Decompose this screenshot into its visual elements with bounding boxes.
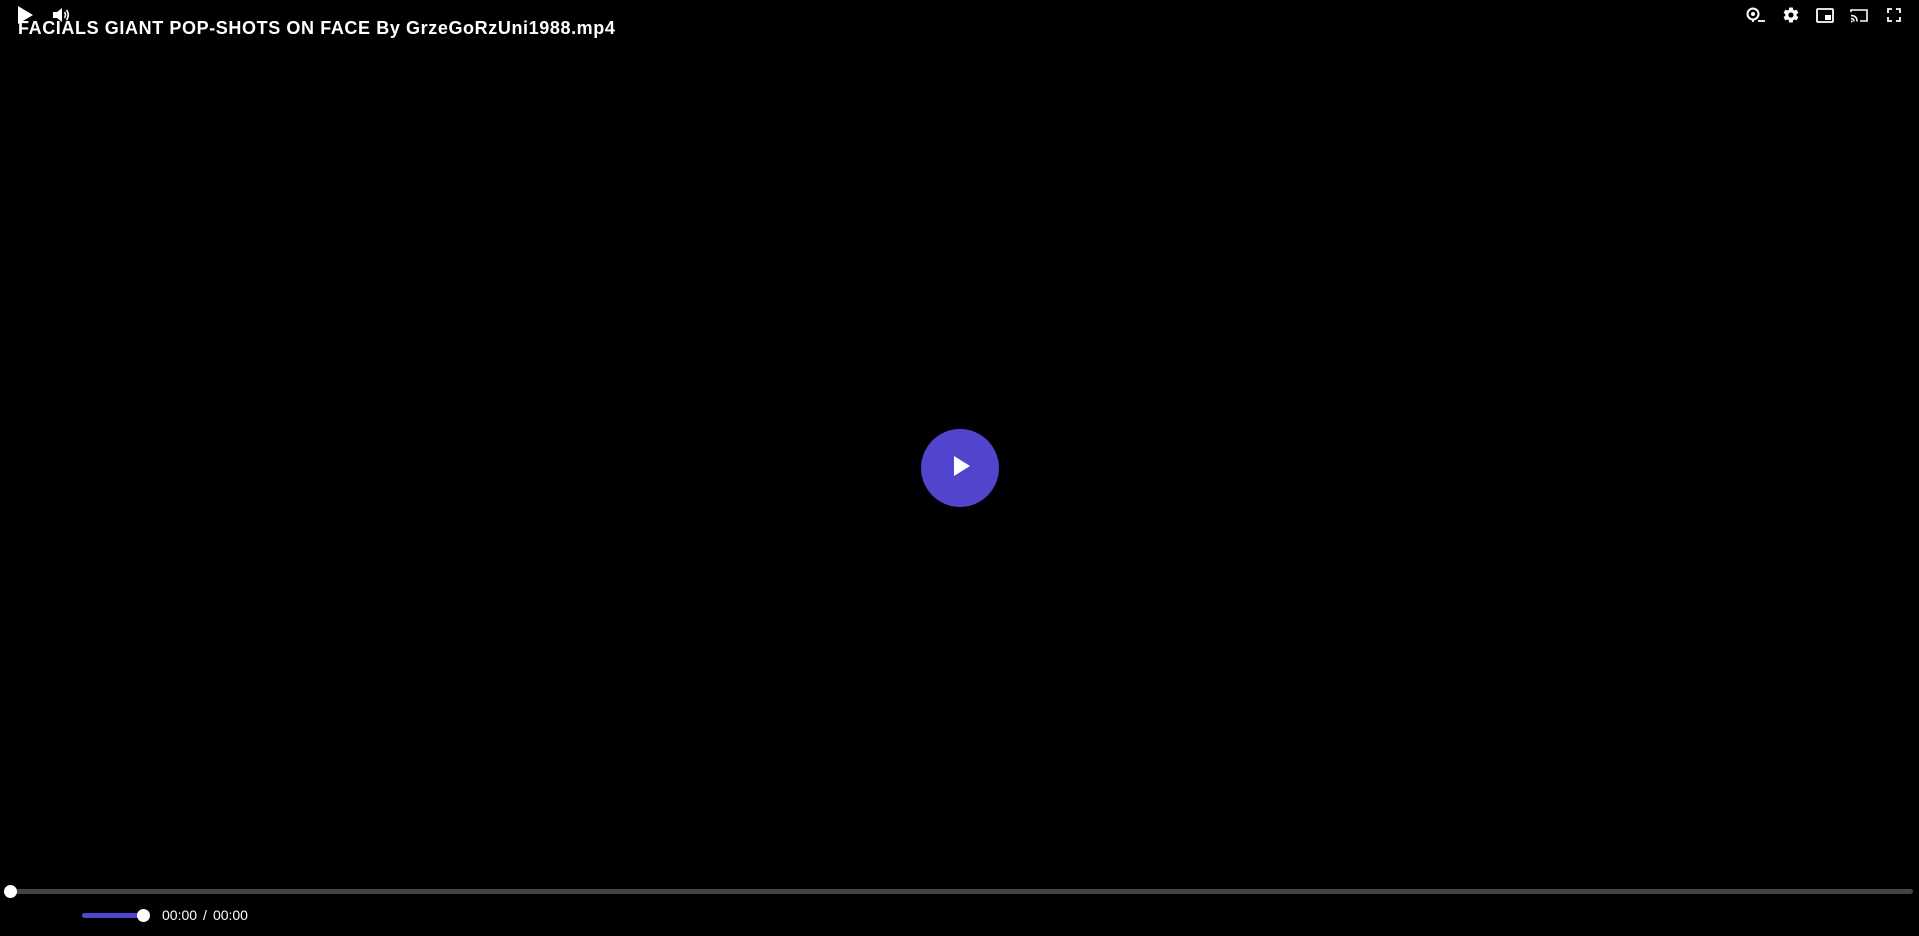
fullscreen-icon — [1887, 8, 1901, 22]
time-separator: / — [203, 907, 207, 923]
playback-speed-icon — [1746, 7, 1766, 23]
play-icon — [948, 455, 972, 482]
current-time: 00:00 — [162, 907, 198, 923]
mute-button[interactable] — [50, 0, 72, 30]
play-button[interactable] — [14, 0, 36, 30]
playback-speed-button[interactable] — [1744, 0, 1768, 30]
time-display: 00:00 / 00:00 — [162, 907, 248, 923]
gear-icon — [1782, 6, 1800, 24]
seek-bar[interactable] — [4, 885, 1913, 898]
volume-slider-thumb[interactable] — [137, 909, 150, 922]
video-player[interactable]: FACIALS GIANT POP-SHOTS ON FACE By GrzeG… — [0, 0, 1919, 936]
fullscreen-button[interactable] — [1882, 0, 1906, 30]
volume-slider-fill — [82, 913, 143, 918]
cast-button[interactable] — [1847, 0, 1871, 30]
volume-slider[interactable] — [82, 909, 150, 922]
cast-icon — [1850, 8, 1868, 23]
picture-in-picture-button[interactable] — [1813, 0, 1837, 30]
volume-icon — [52, 7, 70, 23]
play-icon — [16, 5, 34, 25]
settings-button[interactable] — [1779, 0, 1803, 30]
video-title: FACIALS GIANT POP-SHOTS ON FACE By GrzeG… — [18, 18, 616, 38]
seek-bar-thumb[interactable] — [4, 885, 17, 898]
picture-in-picture-icon — [1816, 7, 1834, 23]
big-play-button[interactable] — [921, 429, 999, 507]
duration: 00:00 — [212, 907, 248, 923]
